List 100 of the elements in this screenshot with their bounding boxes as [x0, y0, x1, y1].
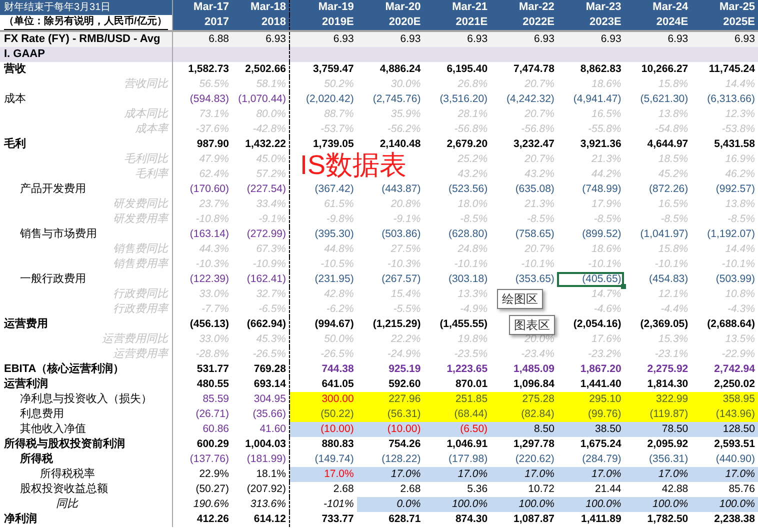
table-cell[interactable]: 60.86: [173, 422, 232, 437]
table-cell[interactable]: 21.44: [557, 482, 624, 497]
table-cell[interactable]: 2,250.02: [691, 377, 758, 392]
table-cell[interactable]: 628.71: [356, 512, 424, 527]
table-cell[interactable]: (50.22): [290, 407, 357, 422]
table-cell[interactable]: (56.31): [356, 407, 424, 422]
table-cell[interactable]: (163.14): [173, 227, 232, 242]
table-cell[interactable]: 38.50: [557, 422, 624, 437]
table-cell[interactable]: (181.99): [232, 452, 290, 467]
table-cell[interactable]: 85.59: [173, 392, 232, 407]
table-cell[interactable]: 2,742.94: [691, 362, 758, 377]
table-cell[interactable]: 2,095.92: [624, 437, 692, 452]
table-cell[interactable]: (628.80): [424, 227, 491, 242]
table-cell[interactable]: 1,223.65: [424, 362, 491, 377]
table-cell[interactable]: (5,621.30): [624, 92, 692, 107]
table-cell[interactable]: 100.0%: [424, 497, 491, 512]
table-cell[interactable]: 0.0%: [356, 497, 424, 512]
table-cell[interactable]: 2,140.48: [356, 137, 424, 152]
table-cell[interactable]: 1,814.30: [624, 377, 692, 392]
table-cell[interactable]: (2,369.05): [624, 317, 692, 332]
table-cell[interactable]: 769.28: [232, 362, 290, 377]
table-cell[interactable]: 100.0%: [490, 497, 558, 512]
table-cell[interactable]: (6,313.66): [691, 92, 758, 107]
table-cell[interactable]: (170.60): [173, 182, 232, 197]
table-cell[interactable]: 295.10: [557, 392, 624, 407]
table-cell[interactable]: 1,087.87: [490, 512, 558, 527]
table-cell[interactable]: (2,688.64): [691, 317, 758, 332]
table-cell[interactable]: (128.22): [356, 452, 424, 467]
table-cell[interactable]: 1,867.20: [557, 362, 624, 377]
table-cell[interactable]: (2,054.16): [557, 317, 624, 332]
table-cell[interactable]: (227.54): [232, 182, 290, 197]
table-cell[interactable]: 100.0%: [557, 497, 624, 512]
table-cell[interactable]: 2.68: [356, 482, 424, 497]
table-cell[interactable]: (2,745.76): [356, 92, 424, 107]
table-cell[interactable]: (4,941.47): [557, 92, 624, 107]
table-cell[interactable]: 754.26: [356, 437, 424, 452]
table-cell[interactable]: 6.93: [624, 32, 692, 47]
table-cell[interactable]: 100.0%: [691, 497, 758, 512]
table-cell[interactable]: 17.0%: [557, 467, 624, 482]
table-cell[interactable]: 17.0%: [356, 467, 424, 482]
table-cell[interactable]: 251.85: [424, 392, 491, 407]
table-cell[interactable]: 480.55: [173, 377, 232, 392]
table-cell[interactable]: (220.62): [490, 452, 558, 467]
table-cell[interactable]: (662.94): [232, 317, 290, 332]
table-cell[interactable]: (440.90): [691, 452, 758, 467]
table-cell[interactable]: (3,516.20): [424, 92, 491, 107]
table-cell[interactable]: 614.12: [232, 512, 290, 527]
table-cell[interactable]: 592.60: [356, 377, 424, 392]
table-cell[interactable]: (1,192.07): [691, 227, 758, 242]
table-cell[interactable]: (207.92): [232, 482, 290, 497]
table-cell[interactable]: 2,238.38: [691, 512, 758, 527]
table-cell[interactable]: (119.87): [624, 407, 692, 422]
table-cell[interactable]: 3,759.47: [290, 62, 357, 77]
table-cell[interactable]: 85.76: [691, 482, 758, 497]
table-cell[interactable]: (758.65): [490, 227, 558, 242]
table-cell[interactable]: (149.74): [290, 452, 357, 467]
table-cell[interactable]: 1,096.84: [490, 377, 558, 392]
table-cell[interactable]: 987.90: [173, 137, 232, 152]
table-cell[interactable]: 6.93: [557, 32, 624, 47]
table-cell[interactable]: 4,644.97: [624, 137, 692, 152]
table-cell[interactable]: (68.44): [424, 407, 491, 422]
table-cell[interactable]: 17.0%: [424, 467, 491, 482]
table-cell[interactable]: (994.67): [290, 317, 357, 332]
table-cell[interactable]: (1,215.29): [356, 317, 424, 332]
table-cell[interactable]: (503.86): [356, 227, 424, 242]
table-cell[interactable]: 1,441.40: [557, 377, 624, 392]
table-cell[interactable]: (456.13): [173, 317, 232, 332]
table-cell[interactable]: (992.57): [691, 182, 758, 197]
table-cell[interactable]: 693.14: [232, 377, 290, 392]
table-cell[interactable]: 2,679.20: [424, 137, 491, 152]
table-cell[interactable]: (454.83): [624, 272, 692, 287]
table-cell[interactable]: (267.57): [356, 272, 424, 287]
table-cell[interactable]: (137.76): [173, 452, 232, 467]
table-cell[interactable]: 3,232.47: [490, 137, 558, 152]
table-cell[interactable]: 925.19: [356, 362, 424, 377]
table-cell[interactable]: 2,275.92: [624, 362, 692, 377]
table-cell[interactable]: (82.84): [490, 407, 558, 422]
table-cell[interactable]: 275.28: [490, 392, 558, 407]
table-cell[interactable]: (26.71): [173, 407, 232, 422]
table-cell[interactable]: (356.31): [624, 452, 692, 467]
table-cell[interactable]: (594.83): [173, 92, 232, 107]
table-cell[interactable]: 874.30: [424, 512, 491, 527]
table-cell[interactable]: (1,455.55): [424, 317, 491, 332]
table-cell[interactable]: (899.52): [557, 227, 624, 242]
table-cell[interactable]: (635.08): [490, 182, 558, 197]
table-cell[interactable]: (1,041.97): [624, 227, 692, 242]
table-cell[interactable]: 6.93: [356, 32, 424, 47]
table-cell[interactable]: 1,411.89: [557, 512, 624, 527]
table-cell[interactable]: (395.30): [290, 227, 357, 242]
table-cell[interactable]: (443.87): [356, 182, 424, 197]
table-cell[interactable]: (143.96): [691, 407, 758, 422]
table-cell[interactable]: 1,046.91: [424, 437, 491, 452]
table-cell[interactable]: 744.38: [290, 362, 357, 377]
table-cell[interactable]: (272.99): [232, 227, 290, 242]
table-cell[interactable]: 128.50: [691, 422, 758, 437]
table-cell[interactable]: (1,070.44): [232, 92, 290, 107]
table-cell[interactable]: 733.77: [290, 512, 357, 527]
table-cell[interactable]: 531.77: [173, 362, 232, 377]
table-cell[interactable]: 10,266.27: [624, 62, 692, 77]
table-cell[interactable]: 5,431.58: [691, 137, 758, 152]
